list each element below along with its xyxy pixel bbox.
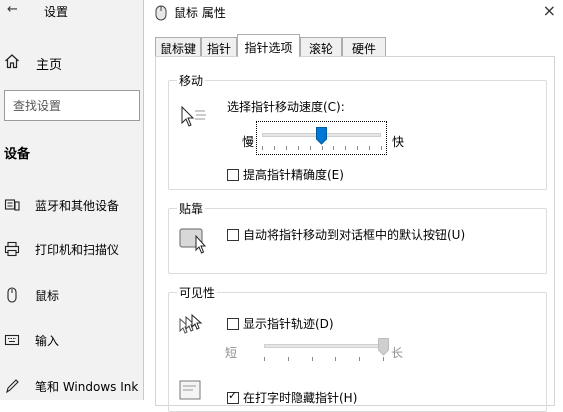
sidebar-item-bluetooth[interactable]: 蓝牙和其他设备 — [0, 194, 143, 218]
tab-panel: 移动 选择指针移动速度(C): 慢 快 提高指针精确度(E) 贴靠 自动将指针移… — [155, 56, 555, 412]
section-header: 设备 — [4, 147, 31, 162]
speed-slider[interactable] — [256, 121, 387, 155]
mouse-icon — [7, 287, 17, 303]
slider-thumb[interactable] — [316, 127, 327, 145]
tab-wheel[interactable]: 滚轮 — [300, 37, 342, 57]
visibility-group: 可见性 显示指针轨迹(D) 短 长 在打字时隐藏指针(H — [168, 284, 547, 412]
tab-label: 指针选项 — [244, 41, 293, 55]
slider-tick — [262, 146, 263, 150]
snap-to-default-checkbox[interactable] — [227, 229, 239, 241]
slider-tick — [309, 146, 311, 150]
sidebar-item-printers[interactable]: 打印机和扫描仪 — [0, 238, 143, 262]
slider-tick — [285, 146, 287, 150]
tab-pointers[interactable]: 指针 — [201, 37, 237, 57]
sidebar-item-label: 鼠标 — [35, 289, 60, 303]
hide-while-typing-checkbox[interactable] — [227, 389, 239, 404]
sidebar-item-label: 笔和 Windows Ink — [35, 380, 139, 394]
sidebar-item-label: 打印机和扫描仪 — [35, 243, 120, 257]
sidebar-item-home[interactable]: 主页 — [0, 52, 143, 74]
sidebar-item-label: 蓝牙和其他设备 — [35, 199, 120, 213]
pointer-trails-checkbox[interactable] — [227, 318, 239, 330]
pointer-trails-icon — [179, 313, 203, 334]
title-bar[interactable]: 鼠标 属性 × — [144, 0, 563, 26]
tab-strip: 鼠标键 指针 指针选项 滚轮 硬件 — [155, 34, 555, 57]
speed-label: 选择指针移动速度(C): — [227, 100, 345, 114]
slider-tick — [297, 146, 299, 150]
settings-title: 设置 — [44, 5, 69, 19]
back-arrow-icon[interactable]: ← — [7, 2, 18, 17]
printer-icon — [4, 241, 20, 257]
sidebar-item-typing[interactable]: 输入 — [0, 329, 143, 353]
snap-to-default-label: 自动将指针移动到对话框中的默认按钮(U) — [243, 228, 466, 242]
motion-group: 移动 选择指针移动速度(C): 慢 快 提高指针精确度(E) — [168, 72, 547, 190]
slider-tick — [335, 357, 337, 361]
tab-hardware[interactable]: 硬件 — [342, 37, 386, 57]
pointer-speed-icon — [181, 105, 206, 127]
slider-tick — [287, 357, 289, 361]
pen-icon — [6, 379, 19, 394]
hide-pointer-icon — [179, 380, 201, 400]
slider-tick — [311, 357, 313, 361]
dialog-title: 鼠标 属性 — [174, 6, 226, 20]
tab-label: 滚轮 — [308, 42, 333, 56]
tab-buttons[interactable]: 鼠标键 — [155, 37, 201, 57]
slider-tick — [369, 146, 371, 150]
snap-to-group: 贴靠 自动将指针移动到对话框中的默认按钮(U) — [168, 200, 547, 274]
group-label: 贴靠 — [177, 200, 206, 217]
close-icon[interactable]: × — [543, 1, 556, 20]
trail-length-slider[interactable] — [259, 337, 389, 363]
enhance-precision-label: 提高指针精确度(E) — [243, 168, 344, 182]
slider-tick — [345, 146, 347, 150]
slider-thumb[interactable] — [377, 338, 389, 356]
keyboard-icon — [4, 334, 20, 346]
mouse-icon — [155, 5, 167, 21]
slow-label: 慢 — [242, 135, 255, 149]
short-label: 短 — [225, 346, 238, 360]
group-label: 可见性 — [177, 284, 218, 301]
slider-tick — [381, 146, 382, 150]
sidebar-item-label: 主页 — [36, 58, 63, 73]
slider-tick — [359, 357, 361, 361]
tab-label: 指针 — [206, 42, 231, 56]
sidebar-item-label: 输入 — [35, 334, 60, 348]
bluetooth-devices-icon — [4, 199, 20, 211]
slider-tick — [321, 146, 323, 150]
search-input[interactable] — [5, 91, 139, 120]
group-label: 移动 — [177, 72, 206, 89]
slider-tick — [333, 146, 335, 150]
sidebar-item-mouse[interactable]: 鼠标 — [0, 284, 143, 308]
settings-window: ← 设置 主页 设备 蓝牙和其他设备 打印机和扫描仪 鼠标 — [0, 0, 143, 400]
mouse-properties-dialog: 鼠标 属性 × 鼠标键 指针 指针选项 滚轮 硬件 移动 选择指针移动速度(C)… — [143, 0, 563, 412]
sidebar-item-pen[interactable]: 笔和 Windows Ink — [0, 375, 143, 399]
slider-tick — [357, 146, 359, 150]
tab-pointer-options[interactable]: 指针选项 — [237, 34, 300, 57]
snap-to-icon — [179, 228, 207, 254]
slider-tick — [273, 146, 275, 150]
pointer-trails-label: 显示指针轨迹(D) — [243, 317, 334, 331]
slider-tick — [383, 357, 384, 361]
tab-label: 鼠标键 — [159, 42, 196, 56]
enhance-precision-checkbox[interactable] — [227, 169, 239, 181]
slider-tick — [264, 357, 265, 361]
tab-label: 硬件 — [351, 42, 376, 56]
fast-label: 快 — [392, 135, 405, 149]
slider-track — [264, 344, 383, 348]
long-label: 长 — [391, 346, 404, 360]
search-box[interactable] — [4, 90, 140, 121]
home-icon — [5, 54, 19, 69]
hide-while-typing-label: 在打字时隐藏指针(H) — [243, 391, 358, 405]
